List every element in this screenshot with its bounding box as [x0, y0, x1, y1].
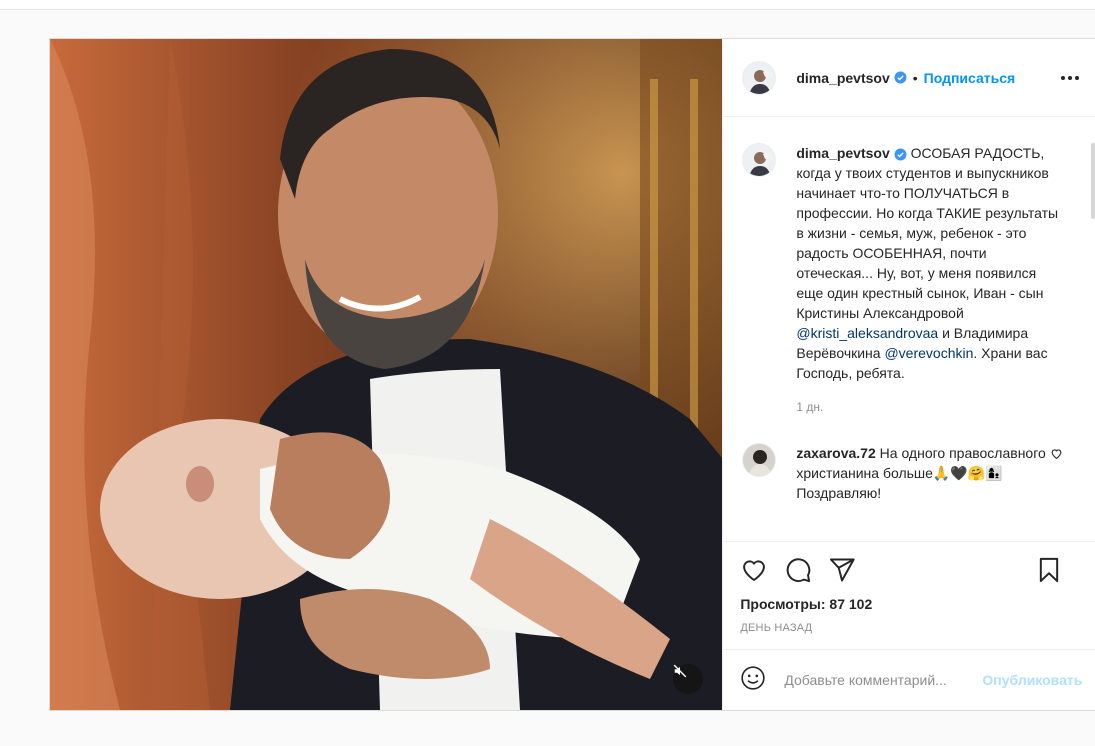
more-options-icon[interactable] — [1061, 75, 1079, 80]
follow-button[interactable]: Подписаться — [924, 70, 1016, 86]
publish-button[interactable]: Опубликовать — [982, 672, 1082, 688]
caption-text-part1: ОСОБАЯ РАДОСТЬ, когда у твоих студентов … — [796, 145, 1059, 321]
caption-text: dima_pevtsov ОСОБАЯ РАДОСТЬ, когда у тво… — [796, 143, 1064, 417]
action-icons — [740, 556, 1079, 584]
avatar-image — [743, 144, 776, 176]
speaker-muted-icon — [673, 664, 687, 678]
author-avatar[interactable] — [742, 60, 777, 95]
header-separator: • — [912, 69, 918, 86]
posted-time[interactable]: ДЕНЬ НАЗАД — [740, 622, 1079, 634]
views-count[interactable]: Просмотры: 87 102 — [740, 596, 1079, 612]
comment-bubble-icon[interactable] — [784, 556, 812, 584]
caption-username[interactable]: dima_pevtsov — [796, 145, 889, 161]
comments-list[interactable]: dima_pevtsov ОСОБАЯ РАДОСТЬ, когда у тво… — [723, 117, 1095, 541]
post-video[interactable] — [50, 39, 723, 710]
comment-like-heart-icon[interactable] — [1050, 447, 1063, 465]
comments-scrollbar[interactable] — [1091, 143, 1095, 219]
avatar-image — [743, 444, 776, 476]
smiley-icon[interactable] — [740, 665, 766, 696]
comment-text: zaxarova.72 На одного православного хрис… — [796, 443, 1064, 503]
post-header: dima_pevtsov • Подписаться — [723, 39, 1095, 117]
post-sidebar: dima_pevtsov • Подписаться dima_pevtsov … — [722, 39, 1095, 710]
page-background: dima_pevtsov • Подписаться dima_pevtsov … — [0, 10, 1095, 746]
comment-item: zaxarova.72 На одного православного хрис… — [742, 443, 1079, 503]
heart-icon[interactable] — [740, 556, 768, 584]
verified-badge-icon — [894, 148, 907, 161]
add-comment-bar: Опубликовать — [723, 649, 1095, 710]
caption-author-avatar[interactable] — [742, 143, 777, 177]
post-dialog: dima_pevtsov • Подписаться dima_pevtsov … — [49, 38, 1095, 711]
commenter-avatar[interactable] — [742, 443, 777, 477]
video-frame — [50, 39, 723, 710]
comment-input[interactable] — [784, 672, 983, 688]
mute-toggle-button[interactable] — [673, 664, 703, 694]
paper-plane-icon[interactable] — [828, 556, 856, 584]
mention-link-verevochkin[interactable]: @verevochkin — [884, 345, 973, 361]
verified-badge-icon — [894, 71, 907, 84]
avatar-image — [743, 61, 776, 94]
caption-item: dima_pevtsov ОСОБАЯ РАДОСТЬ, когда у тво… — [742, 143, 1079, 417]
bookmark-icon[interactable] — [1035, 556, 1063, 584]
commenter-username[interactable]: zaxarova.72 — [796, 445, 875, 461]
browser-top-strip — [0, 0, 1095, 10]
author-username[interactable]: dima_pevtsov — [796, 70, 889, 86]
caption-timestamp[interactable]: 1 дн. — [796, 397, 1064, 417]
mention-link-kristi[interactable]: @kristi_aleksandrovaa — [796, 325, 938, 341]
